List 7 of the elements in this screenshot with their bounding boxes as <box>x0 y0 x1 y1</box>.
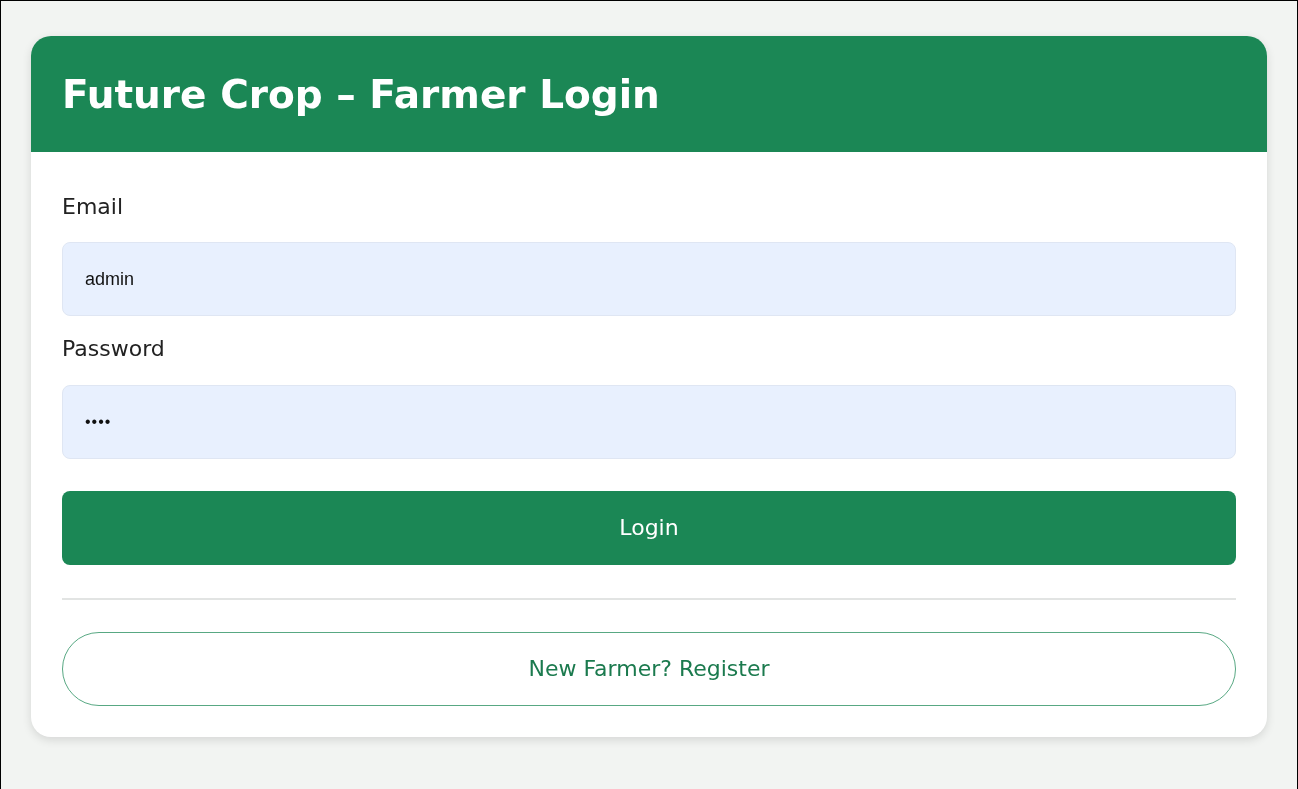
login-button[interactable]: Login <box>62 490 1236 565</box>
email-field[interactable]: admin <box>62 242 1236 317</box>
card-title: Future Crop – Farmer Login <box>62 71 660 117</box>
password-field[interactable]: •••• <box>62 384 1236 459</box>
field-label: Password <box>62 336 166 363</box>
field-label: Email <box>62 194 125 221</box>
register-button[interactable]: New Farmer? Register <box>62 631 1236 706</box>
